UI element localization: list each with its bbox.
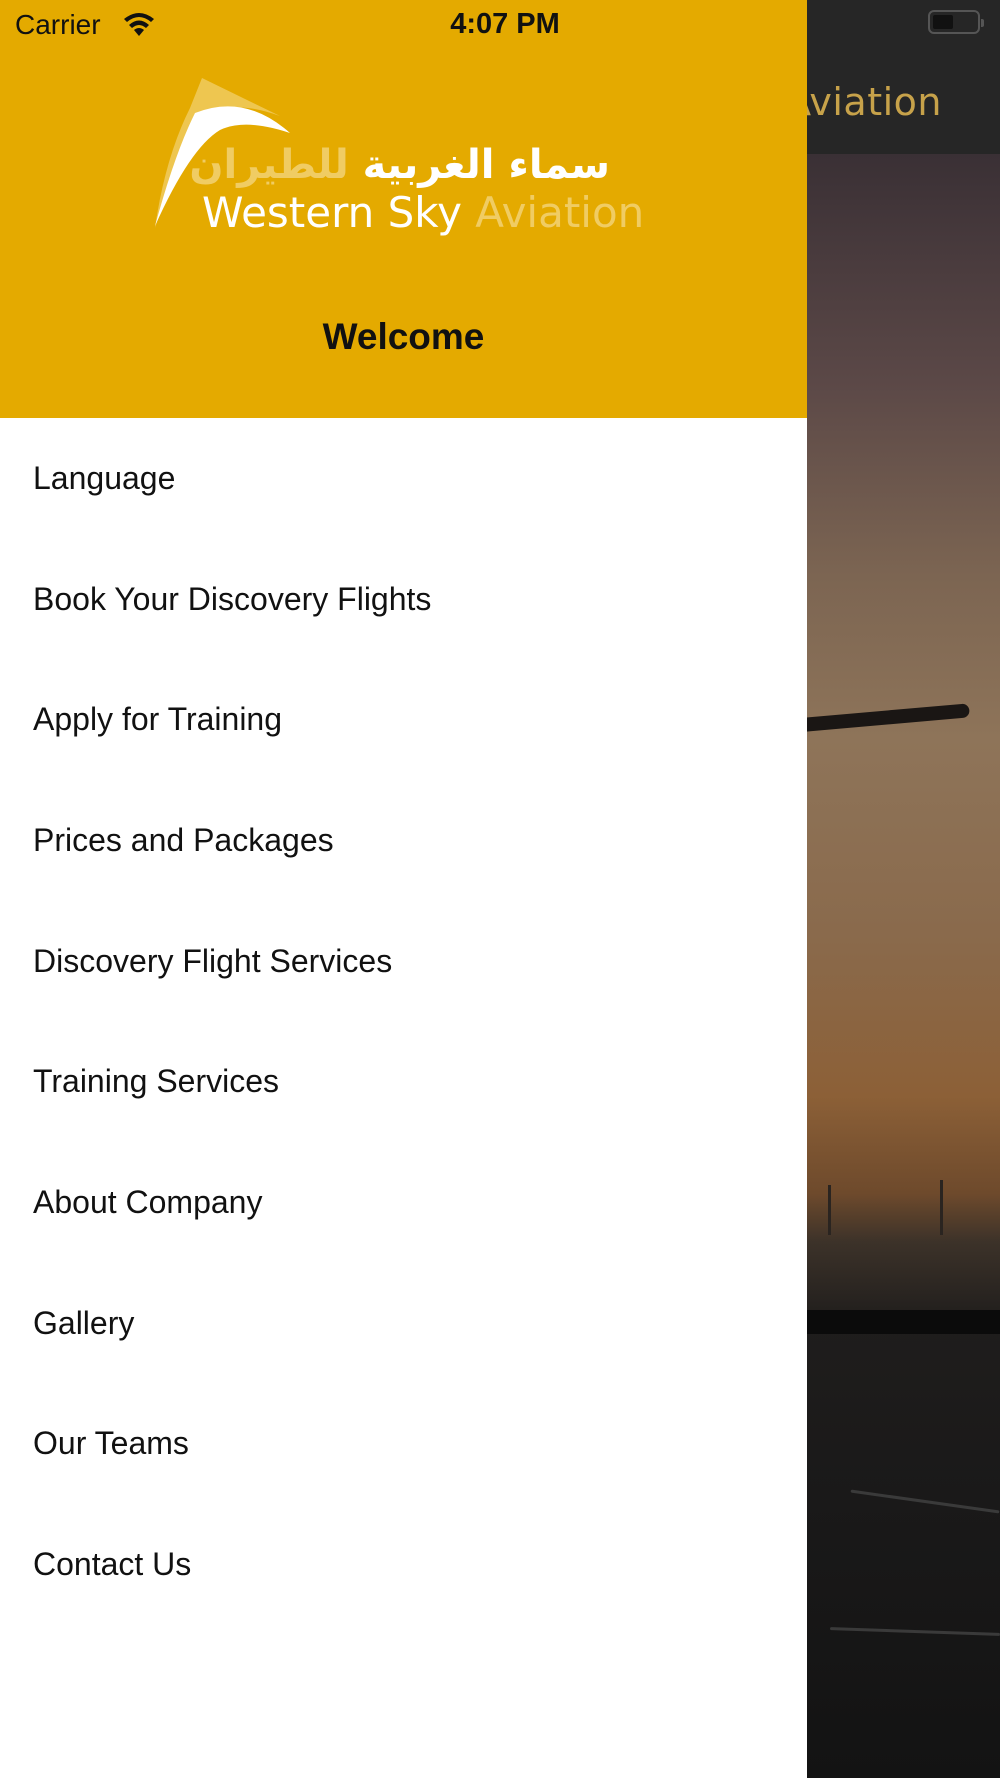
navigation-drawer: سماء الغربية للطيران Western Sky Aviatio… [0,0,807,1778]
light-pole [828,1185,831,1235]
menu-item-our-teams[interactable]: Our Teams [0,1384,807,1505]
logo-latin-text: Western Sky Aviation [202,188,644,237]
airplane-wing [789,703,970,733]
menu-item-gallery[interactable]: Gallery [0,1263,807,1384]
battery-level [933,15,953,29]
logo-arabic-bright: سماء الغربية [362,142,610,188]
light-pole [940,1180,943,1235]
battery-icon [928,10,984,34]
drawer-header: سماء الغربية للطيران Western Sky Aviatio… [0,0,807,418]
logo-latin-faint: Aviation [475,188,645,237]
menu-item-discovery-flight-services[interactable]: Discovery Flight Services [0,901,807,1022]
menu-item-language[interactable]: Language [0,418,807,539]
menu-item-prices-and-packages[interactable]: Prices and Packages [0,780,807,901]
welcome-heading: Welcome [322,316,485,357]
menu-item-contact-us[interactable]: Contact Us [0,1504,807,1625]
horizon [790,1310,1000,1334]
menu-item-book-discovery-flights[interactable]: Book Your Discovery Flights [0,539,807,660]
logo-latin-bright: Western Sky [202,188,462,237]
logo-arabic-text: سماء الغربية للطيران [189,142,610,188]
menu-item-about-company[interactable]: About Company [0,1142,807,1263]
drawer-menu: Language Book Your Discovery Flights App… [0,418,807,1625]
status-bar: Carrier 4:07 PM [0,0,1000,50]
menu-item-training-services[interactable]: Training Services [0,1021,807,1142]
company-logo: سماء الغربية للطيران Western Sky Aviatio… [150,78,644,238]
menu-item-apply-for-training[interactable]: Apply for Training [0,659,807,780]
logo-arabic-faint: للطيران [189,142,349,188]
clock: 4:07 PM [450,8,560,40]
